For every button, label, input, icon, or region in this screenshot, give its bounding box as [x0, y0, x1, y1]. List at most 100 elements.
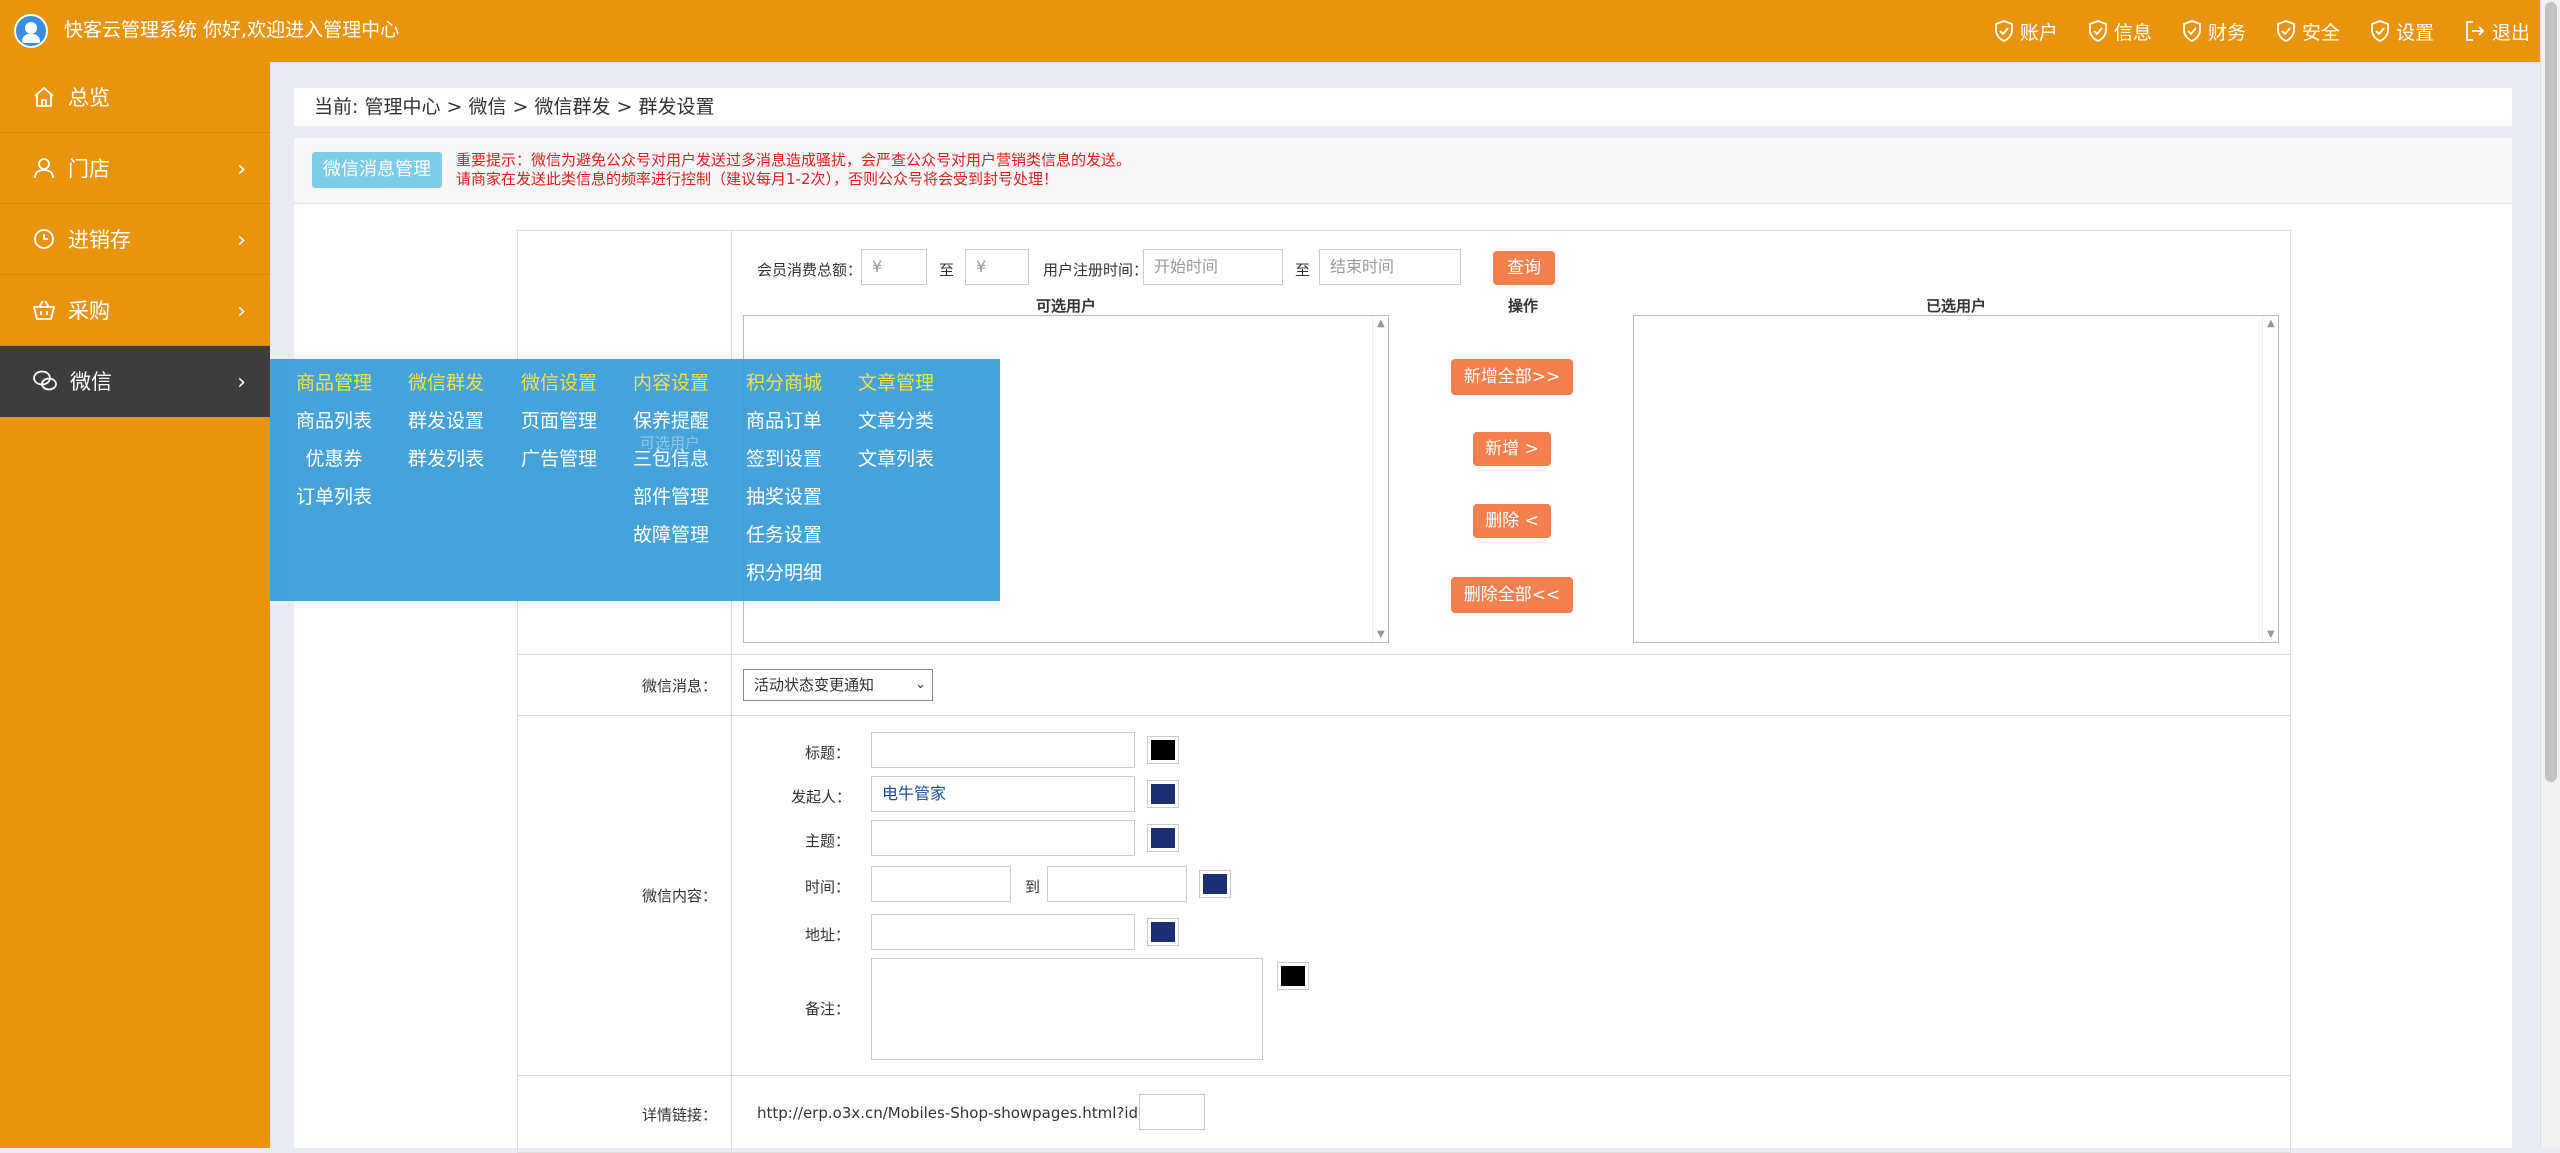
sidebar-item-purchase[interactable]: 采购 ›: [0, 275, 270, 346]
subject-color-swatch[interactable]: [1147, 824, 1179, 852]
address-label: 地址：: [805, 926, 851, 944]
link-id-input[interactable]: [1139, 1094, 1205, 1130]
remove-all-button[interactable]: 删除全部<<: [1451, 577, 1573, 613]
topnav-account[interactable]: 账户: [1994, 18, 2058, 45]
chevron-right-icon: ›: [237, 370, 246, 395]
submenu-header[interactable]: 商品管理: [278, 371, 390, 409]
sidebar-item-label: 微信: [70, 370, 112, 394]
chevron-right-icon: ›: [237, 157, 246, 182]
submenu-item[interactable]: 页面管理: [503, 409, 615, 447]
selected-users-header: 已选用户: [1925, 297, 1986, 315]
spend-from-input[interactable]: ¥: [861, 249, 927, 285]
wechat-message-manage-button[interactable]: 微信消息管理: [312, 152, 442, 188]
submenu-item[interactable]: 订单列表: [278, 485, 390, 523]
submenu-item[interactable]: 故障管理: [615, 523, 727, 561]
subject-input[interactable]: [871, 820, 1135, 856]
notice-line: 重要提示：微信为避免公众号对用户发送过多消息造成骚扰，会严查公众号对用户营销类信…: [456, 151, 1132, 169]
reg-time-label: 用户注册时间：: [1043, 261, 1149, 279]
top-bar: 快客云管理系统 你好,欢迎进入管理中心 账户 信息 财务 安全 设置 退出: [0, 0, 2560, 62]
query-button[interactable]: 查询: [1493, 251, 1555, 285]
address-input[interactable]: [871, 914, 1135, 950]
topnav-finance[interactable]: 财务: [2182, 18, 2246, 45]
submenu-item[interactable]: 任务设置: [728, 523, 840, 561]
user-icon: [34, 158, 54, 179]
important-notice: 重要提示：微信为避免公众号对用户发送过多消息造成骚扰，会严查公众号对用户营销类信…: [456, 151, 1131, 189]
page-scrollbar[interactable]: [2540, 0, 2560, 1148]
breadcrumb: 当前: 管理中心 > 微信 > 微信群发 > 群发设置: [294, 88, 2512, 126]
submenu-item[interactable]: 部件管理: [615, 485, 727, 523]
sender-input[interactable]: 电牛管家: [871, 776, 1135, 812]
submenu-item[interactable]: 群发设置: [390, 409, 502, 447]
time-start-input[interactable]: [871, 866, 1011, 902]
scrollbar-thumb[interactable]: [2545, 2, 2557, 782]
submenu-item[interactable]: 抽奖设置: [728, 485, 840, 523]
spend-label: 会员消费总额：: [757, 261, 863, 279]
sidebar-item-stores[interactable]: 门店 ›: [0, 133, 270, 204]
operations-header: 操作: [1507, 297, 1538, 315]
submenu-item[interactable]: 群发列表: [390, 447, 502, 485]
scroll-down-icon[interactable]: ▼: [1377, 629, 1385, 640]
spend-to-input[interactable]: ¥: [965, 249, 1029, 285]
submenu-header[interactable]: 内容设置: [615, 371, 727, 409]
remark-color-swatch[interactable]: [1277, 962, 1309, 990]
topnav-logout[interactable]: 退出: [2464, 18, 2530, 45]
available-users-header: 可选用户: [1035, 297, 1096, 315]
topnav-security[interactable]: 安全: [2276, 18, 2340, 45]
sidebar-item-label: 总览: [68, 86, 110, 110]
submenu-item[interactable]: 商品列表: [278, 409, 390, 447]
sidebar: 总览 门店 › 进销存 › 采购 › 微信 ›: [0, 62, 270, 1148]
to-label: 至: [939, 261, 955, 279]
submenu-item[interactable]: 文章分类: [840, 409, 952, 447]
end-time-input[interactable]: 结束时间: [1319, 249, 1461, 285]
sidebar-item-inventory[interactable]: 进销存 ›: [0, 204, 270, 275]
submenu-item[interactable]: 签到设置: [728, 447, 840, 485]
list-scrollbar[interactable]: ▲ ▼: [1372, 316, 1388, 642]
submenu-header[interactable]: 微信设置: [503, 371, 615, 409]
notice-line: 请商家在发送此类信息的频率进行控制（建议每月1-2次），否则公众号将会受到封号处…: [456, 170, 1059, 188]
sidebar-item-overview[interactable]: 总览: [0, 62, 270, 133]
sender-color-swatch[interactable]: [1147, 780, 1179, 808]
topnav-settings[interactable]: 设置: [2370, 18, 2434, 45]
address-color-swatch[interactable]: [1147, 918, 1179, 946]
submenu-item[interactable]: 文章列表: [840, 447, 952, 485]
sidebar-item-label: 进销存: [68, 228, 131, 252]
sidebar-item-wechat[interactable]: 微信 ›: [0, 346, 270, 417]
submenu-item[interactable]: 商品订单: [728, 409, 840, 447]
selected-users-list[interactable]: ▲ ▼: [1633, 315, 2279, 643]
topnav-label: 信息: [2113, 21, 2152, 44]
time-end-input[interactable]: [1047, 866, 1187, 902]
title-color-swatch[interactable]: [1147, 736, 1179, 764]
submenu-header[interactable]: 文章管理: [840, 371, 952, 409]
top-nav: 账户 信息 财务 安全 设置 退出: [1964, 0, 2530, 62]
list-scrollbar[interactable]: ▲ ▼: [2262, 316, 2278, 642]
submenu-header[interactable]: 积分商城: [728, 371, 840, 409]
topnav-label: 安全: [2301, 21, 2340, 44]
submenu-item[interactable]: 广告管理: [503, 447, 615, 485]
time-color-swatch[interactable]: [1199, 870, 1231, 898]
start-time-input[interactable]: 开始时间: [1143, 249, 1283, 285]
add-button[interactable]: 新增 >: [1473, 432, 1551, 466]
subject-label: 主题：: [805, 832, 851, 850]
chevron-right-icon: ›: [237, 299, 246, 324]
sidebar-item-label: 门店: [68, 157, 110, 181]
message-type-select[interactable]: 活动状态变更通知 ⌄: [743, 669, 933, 701]
submenu-item[interactable]: 积分明细: [728, 561, 840, 599]
scroll-up-icon[interactable]: ▲: [2267, 318, 2275, 329]
remark-textarea[interactable]: [871, 958, 1263, 1060]
topnav-info[interactable]: 信息: [2088, 18, 2152, 45]
time-label: 时间：: [805, 878, 851, 896]
submenu-item[interactable]: 优惠券: [278, 447, 390, 485]
add-all-button[interactable]: 新增全部>>: [1451, 359, 1573, 395]
topnav-label: 账户: [2019, 21, 2058, 44]
message-label: 微信消息：: [518, 655, 732, 715]
scroll-up-icon[interactable]: ▲: [1377, 318, 1385, 329]
shield-check-icon: [1995, 20, 2013, 42]
scroll-down-icon[interactable]: ▼: [2267, 629, 2275, 640]
remove-button[interactable]: 删除 <: [1473, 504, 1551, 538]
topnav-label: 财务: [2207, 21, 2246, 44]
ghost-label: 可选用户: [640, 434, 701, 452]
submenu-header[interactable]: 微信群发: [390, 371, 502, 409]
title-input[interactable]: [871, 732, 1135, 768]
swatch-fill: [1151, 784, 1175, 804]
select-value: 活动状态变更通知: [754, 676, 875, 694]
